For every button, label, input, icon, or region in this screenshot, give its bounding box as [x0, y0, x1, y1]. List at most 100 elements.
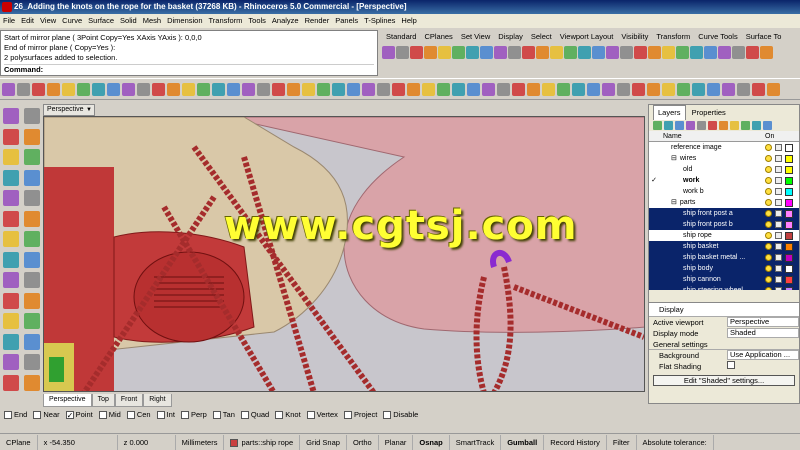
- palette-tool-icon[interactable]: [3, 108, 19, 124]
- tab-standard[interactable]: Standard: [382, 30, 420, 44]
- tab-surface-to[interactable]: Surface To: [742, 30, 786, 44]
- osnap-checkbox[interactable]: [212, 411, 221, 419]
- status-toggle-planar[interactable]: Planar: [379, 434, 414, 450]
- palette-tool-icon[interactable]: [3, 313, 19, 329]
- main-tool-icon[interactable]: [212, 83, 225, 96]
- lightbulb-icon[interactable]: [765, 254, 772, 261]
- main-tool-icon[interactable]: [662, 83, 675, 96]
- main-tool-icon[interactable]: [107, 83, 120, 96]
- standard-tool-icon[interactable]: [578, 46, 591, 59]
- main-tool-icon[interactable]: [557, 83, 570, 96]
- palette-tool-icon[interactable]: [24, 251, 40, 268]
- main-tool-icon[interactable]: [482, 83, 495, 96]
- standard-tool-icon[interactable]: [704, 46, 717, 59]
- standard-tool-icon[interactable]: [508, 46, 521, 59]
- lock-icon[interactable]: [775, 177, 782, 184]
- palette-tool-icon[interactable]: [24, 231, 40, 247]
- current-layer[interactable]: parts::ship rope: [224, 434, 301, 450]
- osnap-mid[interactable]: Mid: [98, 408, 121, 422]
- standard-tool-icon[interactable]: [732, 46, 745, 59]
- lock-icon[interactable]: [775, 188, 782, 195]
- osnap-vertex[interactable]: Vertex: [306, 408, 338, 422]
- main-tool-icon[interactable]: [422, 83, 435, 96]
- layer-tool-icon[interactable]: [708, 120, 717, 130]
- osnap-tan[interactable]: Tan: [212, 408, 235, 422]
- standard-tool-icon[interactable]: [438, 46, 451, 59]
- main-tool-icon[interactable]: [677, 83, 690, 96]
- lock-icon[interactable]: [775, 166, 782, 173]
- layer-color-swatch[interactable]: [785, 253, 793, 262]
- tab-display[interactable]: Display: [494, 30, 527, 44]
- layer-row[interactable]: ✓ work: [649, 175, 799, 186]
- menu-item-solid[interactable]: Solid: [117, 14, 140, 28]
- menu-item-transform[interactable]: Transform: [206, 14, 246, 28]
- lock-icon[interactable]: [775, 276, 782, 283]
- osnap-checkbox[interactable]: [306, 411, 315, 419]
- standard-tool-icon[interactable]: [662, 46, 675, 59]
- status-toggle-gumball[interactable]: Gumball: [501, 434, 545, 450]
- tab-cplanes[interactable]: CPlanes: [420, 30, 456, 44]
- tab-layers[interactable]: Layers: [653, 105, 686, 120]
- lock-icon[interactable]: [775, 243, 782, 250]
- standard-tool-icon[interactable]: [746, 46, 759, 59]
- viewport-tab-front[interactable]: Front: [114, 394, 144, 407]
- standard-tool-icon[interactable]: [466, 46, 479, 59]
- palette-tool-icon[interactable]: [3, 333, 19, 350]
- lightbulb-icon[interactable]: [765, 155, 772, 162]
- main-tool-icon[interactable]: [647, 83, 660, 96]
- osnap-perp[interactable]: Perp: [180, 408, 207, 422]
- lock-icon[interactable]: [775, 287, 782, 290]
- osnap-checkbox[interactable]: [383, 411, 392, 419]
- layer-row[interactable]: ship basket metal ...: [649, 252, 799, 263]
- osnap-checkbox[interactable]: [98, 411, 107, 419]
- layer-color-swatch[interactable]: [785, 165, 793, 174]
- viewport-tab-top[interactable]: Top: [91, 394, 115, 407]
- menu-item-dimension[interactable]: Dimension: [164, 14, 205, 28]
- layer-tool-icon[interactable]: [763, 120, 772, 130]
- palette-tool-icon[interactable]: [3, 292, 19, 309]
- tab-transform[interactable]: Transform: [652, 30, 694, 44]
- viewport-tab-perspective[interactable]: Perspective: [43, 394, 92, 407]
- standard-tool-icon[interactable]: [536, 46, 549, 59]
- layer-color-swatch[interactable]: [785, 242, 793, 251]
- menu-item-file[interactable]: File: [0, 14, 18, 28]
- osnap-end[interactable]: End: [4, 408, 27, 422]
- lock-icon[interactable]: [775, 221, 782, 228]
- menu-item-edit[interactable]: Edit: [18, 14, 37, 28]
- osnap-checkbox[interactable]: [4, 411, 12, 419]
- expand-icon[interactable]: ⊟: [671, 199, 677, 206]
- status-toggle-grid-snap[interactable]: Grid Snap: [300, 434, 347, 450]
- main-tool-icon[interactable]: [407, 83, 420, 96]
- palette-tool-icon[interactable]: [3, 149, 19, 165]
- layer-color-swatch[interactable]: [785, 143, 793, 152]
- layer-tool-icon[interactable]: [752, 120, 761, 130]
- standard-tool-icon[interactable]: [760, 46, 773, 59]
- main-tool-icon[interactable]: [602, 83, 615, 96]
- main-tool-icon[interactable]: [2, 83, 15, 96]
- lock-icon[interactable]: [775, 210, 782, 217]
- main-tool-icon[interactable]: [242, 83, 255, 96]
- palette-tool-icon[interactable]: [24, 128, 40, 145]
- tab-visibility[interactable]: Visibility: [617, 30, 652, 44]
- status-toggle-absolute-tolerance-[interactable]: Absolute tolerance:: [637, 434, 714, 450]
- palette-tool-icon[interactable]: [3, 231, 19, 247]
- layer-row[interactable]: ship steering wheel: [649, 285, 799, 290]
- main-tool-icon[interactable]: [377, 83, 390, 96]
- main-tool-icon[interactable]: [227, 83, 240, 96]
- layer-row[interactable]: ship front post a: [649, 208, 799, 219]
- lightbulb-icon[interactable]: [765, 166, 772, 173]
- perspective-viewport[interactable]: www.cgtsj.com: [43, 116, 645, 392]
- menu-item-curve[interactable]: Curve: [59, 14, 85, 28]
- layer-tool-icon[interactable]: [664, 120, 673, 130]
- main-tool-icon[interactable]: [737, 83, 750, 96]
- layer-color-swatch[interactable]: [785, 198, 793, 207]
- standard-tool-icon[interactable]: [564, 46, 577, 59]
- layer-row[interactable]: ship rope: [649, 230, 799, 241]
- palette-tool-icon[interactable]: [3, 272, 19, 288]
- main-tool-icon[interactable]: [32, 83, 45, 96]
- lock-icon[interactable]: [775, 265, 782, 272]
- palette-tool-icon[interactable]: [3, 169, 19, 186]
- osnap-checkbox[interactable]: [343, 411, 352, 419]
- menu-item-mesh[interactable]: Mesh: [140, 14, 164, 28]
- palette-tool-icon[interactable]: [24, 169, 40, 186]
